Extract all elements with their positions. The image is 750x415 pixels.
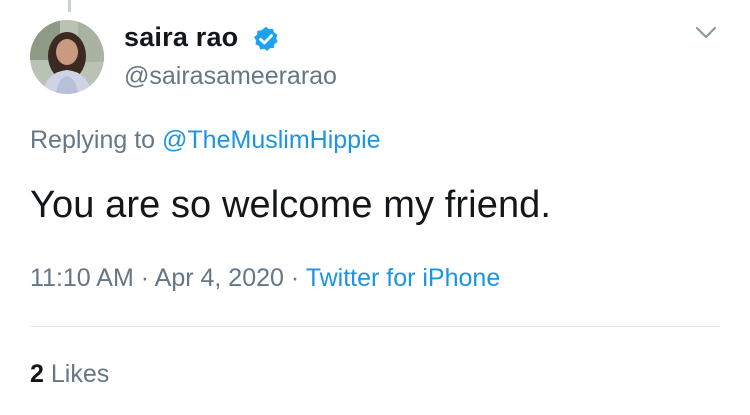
tweet-time[interactable]: 11:10 AM bbox=[30, 264, 134, 292]
tweet-metadata: 11:10 AM · Apr 4, 2020 · Twitter for iPh… bbox=[30, 264, 500, 293]
avatar-image bbox=[30, 20, 104, 94]
user-handle[interactable]: @sairasameerarao bbox=[124, 62, 337, 91]
reply-mention-link[interactable]: @TheMuslimHippie bbox=[162, 126, 381, 154]
chevron-down-icon[interactable] bbox=[694, 24, 718, 42]
verified-badge-icon bbox=[254, 26, 278, 51]
reply-prefix: Replying to bbox=[30, 126, 156, 154]
meta-separator: · bbox=[140, 264, 150, 292]
avatar[interactable] bbox=[30, 20, 104, 94]
tweet-source-link[interactable]: Twitter for iPhone bbox=[306, 264, 501, 292]
display-name[interactable]: saira rao bbox=[124, 22, 238, 53]
tweet-text: You are so welcome my friend. bbox=[30, 184, 552, 226]
thread-connector-line bbox=[68, 0, 71, 12]
likes-label: Likes bbox=[50, 360, 110, 388]
likes-count: 2 bbox=[30, 360, 44, 388]
reply-context: Replying to @TheMuslimHippie bbox=[30, 126, 381, 155]
divider bbox=[30, 326, 720, 327]
likes-stat[interactable]: 2 Likes bbox=[30, 360, 109, 389]
meta-separator: · bbox=[290, 264, 300, 292]
tweet-date[interactable]: Apr 4, 2020 bbox=[155, 264, 284, 292]
